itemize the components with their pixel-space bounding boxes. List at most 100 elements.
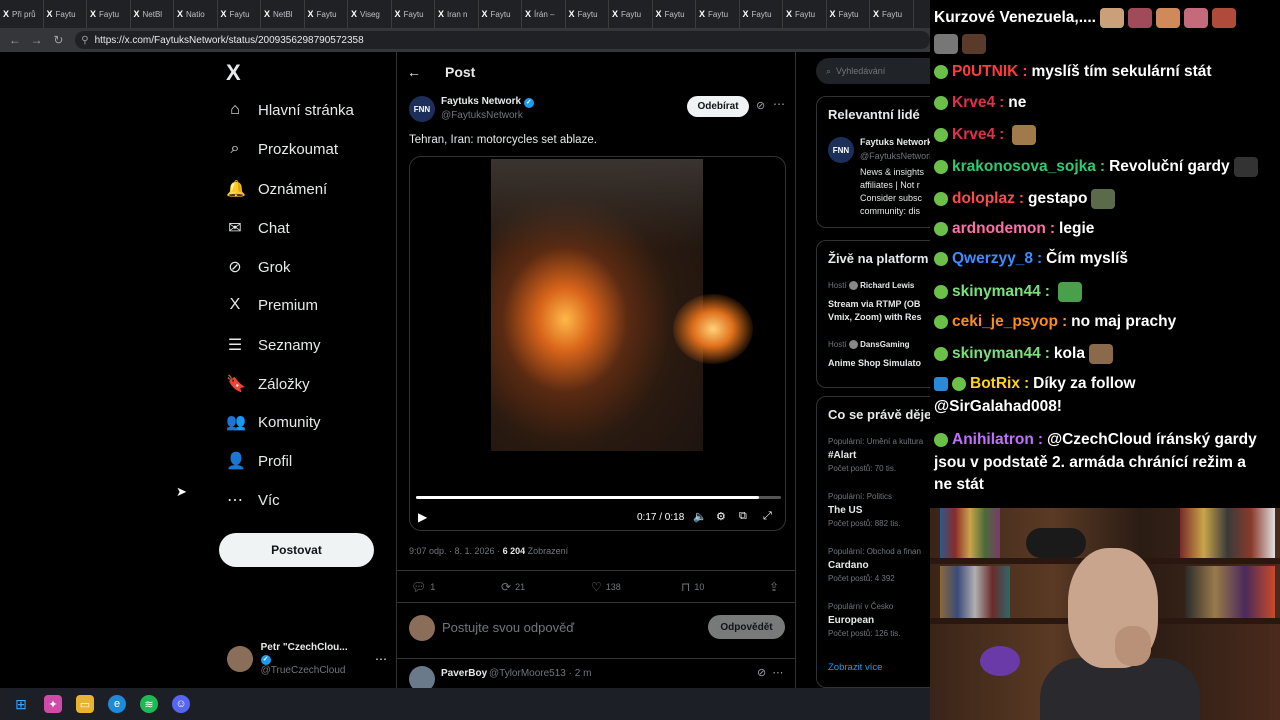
chat-username[interactable]: Krve4: [952, 94, 995, 112]
post-button[interactable]: Postovat: [219, 533, 374, 567]
chat-username[interactable]: skinyman44: [952, 283, 1041, 301]
browser-tab[interactable]: X Faytu: [44, 0, 87, 28]
fullscreen-icon[interactable]: ⤢: [763, 510, 772, 523]
relevant-handle[interactable]: @FaytuksNetwork: [860, 151, 930, 161]
browser-tab[interactable]: X Faytu: [392, 0, 435, 28]
sidebar-item-oznámení[interactable]: 🔔 Oznámení: [226, 179, 327, 199]
relevant-name[interactable]: Faytuks Network: [860, 137, 930, 147]
account-more-icon[interactable]: ⋯: [375, 652, 387, 666]
browser-tab[interactable]: X NetBl: [131, 0, 174, 28]
reload-icon[interactable]: ↻: [52, 33, 66, 47]
trend-name[interactable]: #Alart: [828, 450, 856, 461]
trend-count[interactable]: Počet postů: 882 tis.: [828, 519, 901, 528]
sidebar-item-seznamy[interactable]: ☰ Seznamy: [226, 335, 321, 355]
browser-tab[interactable]: X Viseg: [348, 0, 392, 28]
trend-category[interactable]: Populární v Česko: [828, 602, 893, 611]
copilot-icon[interactable]: ✦: [44, 695, 62, 713]
sidebar-item-premium[interactable]: X Premium: [226, 296, 318, 314]
chat-username[interactable]: BotRix: [970, 375, 1020, 393]
discord-icon[interactable]: ☺: [172, 695, 190, 713]
chat-username[interactable]: krakonosova_sojka: [952, 158, 1096, 176]
chat-username[interactable]: ardnodemon: [952, 220, 1046, 238]
forward-icon[interactable]: →: [30, 33, 44, 47]
sidebar-item-záložky[interactable]: 🔖 Záložky: [226, 374, 310, 394]
post-more-icon[interactable]: ⋯: [773, 97, 785, 111]
subscribe-button[interactable]: Odebírat: [687, 96, 749, 117]
chat-username[interactable]: Anihilatron: [952, 431, 1034, 449]
browser-tab[interactable]: X Faytu: [783, 0, 827, 28]
trend-category[interactable]: Populární: Umění a kultura: [828, 437, 923, 446]
chat-username[interactable]: doloplaz: [952, 190, 1015, 208]
reply-input[interactable]: Postujte svou odpověď: [442, 620, 574, 635]
sidebar-item-grok[interactable]: ⊘ Grok: [226, 257, 290, 277]
x-logo-icon[interactable]: X: [226, 60, 241, 86]
show-more-link[interactable]: Zobrazit více: [828, 662, 882, 673]
browser-tab[interactable]: X Iran n: [435, 0, 479, 28]
search-input[interactable]: ⌕ Vyhledávání: [816, 58, 930, 84]
windows-start-icon[interactable]: ⊞: [12, 695, 30, 713]
chat-username[interactable]: Krve4: [952, 126, 995, 144]
spotify-icon[interactable]: ≋: [140, 695, 158, 713]
trend-name[interactable]: Cardano: [828, 560, 869, 571]
sidebar-item-komunity[interactable]: 👥 Komunity: [226, 412, 321, 432]
avatar[interactable]: FNN: [828, 137, 854, 163]
share-action[interactable]: ⇪: [769, 580, 779, 594]
trend-count[interactable]: Počet postů: 70 tis.: [828, 464, 896, 473]
play-icon[interactable]: ▶: [418, 510, 427, 524]
sidebar-item-profil[interactable]: 👤 Profil: [226, 451, 292, 471]
reply-author-name[interactable]: PaverBoy: [441, 668, 487, 679]
reply-button[interactable]: Odpovědět: [708, 615, 785, 639]
browser-tab[interactable]: X Faytu: [870, 0, 914, 28]
sidebar-item-hlavní-stránka[interactable]: ⌂ Hlavní stránka: [226, 101, 354, 119]
back-icon[interactable]: ←: [8, 33, 22, 47]
repost-action[interactable]: ⟳ 21: [501, 580, 525, 594]
trend-count[interactable]: Počet postů: 4 392: [828, 574, 895, 583]
volume-icon[interactable]: 🔈: [693, 510, 707, 523]
live-stream-title[interactable]: Stream via RTMP (OB: [828, 299, 920, 309]
trend-category[interactable]: Populární: Obchod a finan: [828, 547, 921, 556]
post-timestamp[interactable]: 9:07 odp. · 8. 1. 2026 ·: [409, 546, 503, 556]
url-field[interactable]: ⚲ https://x.com/FaytuksNetwork/status/20…: [75, 31, 930, 49]
edge-icon[interactable]: e: [108, 695, 126, 713]
chat-username[interactable]: P0UTNIK: [952, 63, 1018, 81]
video-frame[interactable]: [491, 159, 753, 451]
browser-tab[interactable]: X Faytu: [696, 0, 740, 28]
trend-name[interactable]: The US: [828, 505, 862, 516]
author-avatar[interactable]: FNN: [409, 96, 435, 122]
settings-icon[interactable]: ⚙: [716, 510, 726, 523]
trend-count[interactable]: Počet postů: 126 tis.: [828, 629, 901, 638]
sidebar-item-víc[interactable]: ⋯ Víc: [226, 490, 280, 510]
account-switcher[interactable]: Petr "CzechClou... ✓ @TrueCzechCloud ⋯: [227, 642, 387, 676]
live-stream-title[interactable]: Vmix, Zoom) with Res: [828, 312, 922, 322]
file-explorer-icon[interactable]: ▭: [76, 695, 94, 713]
browser-tab[interactable]: X Faytu: [740, 0, 783, 28]
site-info-icon[interactable]: ⚲: [81, 35, 88, 46]
live-stream-title[interactable]: Anime Shop Simulato: [828, 358, 921, 368]
bookmark-action[interactable]: ⊓ 10: [681, 580, 704, 594]
browser-tab[interactable]: X Faytu: [479, 0, 522, 28]
browser-tab[interactable]: X Írán –: [522, 0, 566, 28]
reply-action[interactable]: 💬︎ 1: [411, 580, 435, 594]
sidebar-item-prozkoumat[interactable]: ⌕ Prozkoumat: [226, 140, 339, 158]
like-action[interactable]: ♡ 138: [591, 580, 621, 594]
reply-author-handle[interactable]: @TylorMoore513 · 2 m: [489, 668, 591, 679]
browser-tab[interactable]: X Faytu: [609, 0, 653, 28]
back-arrow-icon[interactable]: ←: [407, 64, 421, 80]
avatar[interactable]: [409, 666, 435, 688]
browser-tab[interactable]: X NetBl: [261, 0, 305, 28]
chat-username[interactable]: skinyman44: [952, 345, 1041, 363]
author-handle[interactable]: @FaytuksNetwork: [441, 110, 523, 121]
reply-more-icon[interactable]: ⊘ ⋯: [757, 666, 783, 679]
browser-tab[interactable]: X Faytu: [653, 0, 696, 28]
browser-tab[interactable]: X Faytu: [305, 0, 348, 28]
browser-tab[interactable]: X Faytu: [566, 0, 609, 28]
chat-username[interactable]: ceki_je_psyop: [952, 313, 1058, 331]
trend-name[interactable]: European: [828, 615, 874, 626]
browser-tab[interactable]: X Faytu: [827, 0, 870, 28]
grok-icon[interactable]: ⊘: [756, 99, 765, 112]
browser-tab[interactable]: X Při prů: [0, 0, 44, 28]
browser-tab[interactable]: X Faytu: [87, 0, 131, 28]
chat-username[interactable]: Qwerzyy_8: [952, 250, 1033, 268]
browser-tab[interactable]: X Faytu: [218, 0, 261, 28]
trend-category[interactable]: Populární: Politics: [828, 492, 892, 501]
